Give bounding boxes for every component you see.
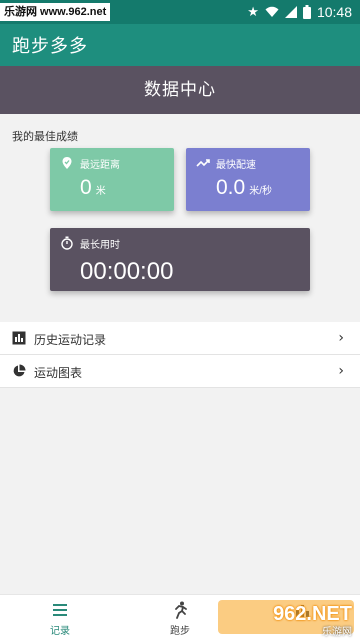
menu-list: 历史运动记录 › 运动图表 ›	[0, 322, 360, 388]
distance-unit: 米	[95, 186, 106, 197]
list-icon	[53, 604, 67, 616]
best-distance-card: 最远距离 0米	[50, 148, 174, 211]
best-duration-card: 最长用时 00:00:00	[50, 228, 310, 291]
app-title: 跑步多多	[12, 36, 88, 57]
page-title: 数据中心	[144, 80, 216, 100]
status-icons: ★ 10:48	[247, 0, 352, 24]
stopwatch-icon	[61, 236, 73, 250]
bar-chart-icon	[12, 331, 26, 345]
chevron-right-icon: ›	[338, 363, 344, 379]
speed-value: 0.0	[216, 176, 246, 199]
trending-up-icon	[196, 159, 210, 167]
distance-value: 0	[80, 176, 92, 199]
speed-unit: 米/秒	[249, 186, 272, 197]
list-item-history[interactable]: 历史运动记录 ›	[0, 322, 360, 355]
speed-label: 最快配速	[216, 160, 256, 171]
runner-icon	[175, 601, 187, 619]
nav-tab-label: 跑步	[170, 626, 190, 637]
star-icon: ★	[247, 4, 259, 20]
distance-value-row: 0米	[80, 176, 106, 200]
app-bar: 跑步多多	[0, 24, 360, 66]
distance-label: 最远距离	[80, 160, 120, 171]
pie-chart-icon	[13, 364, 26, 377]
location-pin-icon	[62, 157, 72, 169]
page-header: 数据中心	[0, 66, 360, 114]
list-item-charts[interactable]: 运动图表 ›	[0, 355, 360, 388]
best-section-label: 我的最佳成绩	[12, 130, 78, 143]
best-speed-card: 最快配速 0.0 米/秒	[186, 148, 310, 211]
chevron-right-icon: ›	[338, 330, 344, 346]
nav-tab-label: 记录	[50, 626, 70, 637]
wifi-icon	[265, 6, 279, 17]
duration-value: 00:00:00	[80, 258, 174, 285]
brand-sub-text: 乐游网	[322, 627, 352, 638]
nav-tab-records[interactable]: 记录	[30, 601, 90, 637]
duration-label: 最长用时	[80, 240, 120, 251]
bottom-nav: 记录 跑步 962.NET 乐游网	[0, 594, 360, 640]
status-bar: 乐游网 www.962.net ★ 10:48	[0, 0, 360, 24]
list-item-label: 运动图表	[34, 366, 83, 380]
battery-icon	[302, 5, 311, 19]
signal-icon	[284, 6, 297, 18]
nav-tab-run[interactable]: 跑步	[150, 601, 210, 637]
speed-value-row: 0.0 米/秒	[216, 176, 272, 200]
list-item-label: 历史运动记录	[34, 333, 107, 347]
status-time: 10:48	[316, 4, 352, 20]
watermark: 乐游网 www.962.net	[0, 3, 111, 21]
